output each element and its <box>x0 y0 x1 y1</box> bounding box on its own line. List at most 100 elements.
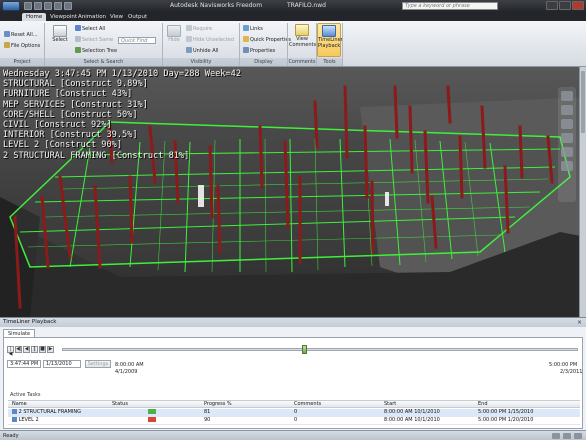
settings-button[interactable]: Settings <box>85 360 111 368</box>
select-all-icon <box>75 25 81 31</box>
play-icon[interactable]: ▶ <box>47 346 54 353</box>
group-select-search-label: Select & Search <box>45 58 162 66</box>
app-title: Autodesk Navisworks Freedom <box>170 2 263 9</box>
timeliner-icon <box>322 25 336 37</box>
column-header-name[interactable]: Name <box>12 401 27 408</box>
navigation-bar <box>558 87 576 202</box>
progress-cell: 90 <box>204 417 211 423</box>
group-tools-label: Tools <box>317 58 342 66</box>
view-comments-button[interactable]: View Comments <box>289 24 316 48</box>
table-row[interactable]: LEVEL 2 90 0 8:00:00 AM 10/1/2010 5:00:0… <box>8 417 580 425</box>
hide-unselected-icon <box>186 36 192 42</box>
performance-icon[interactable] <box>563 433 571 439</box>
help-search-input[interactable]: Type a keyword or phrase <box>402 2 498 10</box>
select-all-button[interactable]: Select All <box>75 25 105 32</box>
viewport-scrollbar[interactable] <box>579 67 586 317</box>
timeliner-overlay-text: Wednesday 3:47:45 PM 1/13/2010 Day=288 W… <box>3 69 241 161</box>
application-menu-button[interactable] <box>2 1 20 11</box>
file-options-icon <box>4 42 10 48</box>
start-time-label: 8:00:00 AM <box>115 362 144 368</box>
current-date-field[interactable]: 1/13/2010 <box>43 360 81 368</box>
minimize-button[interactable] <box>546 1 558 10</box>
quick-properties-button[interactable]: Quick Properties <box>243 36 291 43</box>
select-button[interactable]: Select <box>50 25 70 44</box>
properties-button[interactable]: Properties <box>243 47 275 54</box>
tab-animation[interactable]: Animation <box>74 13 110 21</box>
links-button[interactable]: Links <box>243 25 263 32</box>
print-icon[interactable] <box>44 2 52 10</box>
steering-wheel-icon[interactable] <box>561 91 573 101</box>
reset-icon <box>4 31 10 37</box>
save-icon[interactable] <box>34 2 42 10</box>
start-cell: 8:00:00 AM 10/1/2010 <box>384 417 440 423</box>
memory-icon[interactable] <box>574 433 582 439</box>
3d-viewport[interactable]: Wednesday 3:47:45 PM 1/13/2010 Day=288 W… <box>0 67 586 317</box>
selection-tree-button[interactable]: Selection Tree <box>75 47 117 54</box>
ribbon-tabs: Home Viewpoint Animation View Output <box>0 12 586 21</box>
scrollbar-thumb[interactable] <box>581 71 585 133</box>
current-time-field[interactable]: 3:47:44 PM <box>7 360 41 368</box>
overlay-task-line: CIVIL [Construct 92%] <box>3 120 112 131</box>
open-icon[interactable] <box>24 2 32 10</box>
close-button[interactable] <box>572 1 584 10</box>
column-header-end[interactable]: End <box>478 401 488 408</box>
walk-icon[interactable] <box>561 161 573 171</box>
column-header-start[interactable]: Start <box>384 401 396 408</box>
require-button[interactable]: Require <box>186 25 212 32</box>
window-controls <box>546 1 584 10</box>
maximize-button[interactable] <box>559 1 571 10</box>
end-cell: 5:00:00 PM 1/20/2010 <box>478 417 534 423</box>
start-date-label: 4/1/2009 <box>115 369 138 375</box>
pause-icon[interactable]: ‖ <box>31 346 38 353</box>
select-same-icon <box>75 36 81 42</box>
timeline-slider-thumb[interactable] <box>302 345 307 354</box>
tab-simulate[interactable]: Simulate <box>3 329 36 337</box>
progress-cell: 81 <box>204 409 211 415</box>
unhide-all-button[interactable]: Unhide All <box>186 47 218 54</box>
group-comments-label: Comments <box>288 58 316 66</box>
hide-unselected-button[interactable]: Hide Unselected <box>186 36 234 43</box>
tasks-grid-header: Name Status Progress % Comments Start En… <box>8 400 580 408</box>
step-back-icon[interactable]: ◀| <box>15 346 22 353</box>
status-bar: Ready <box>0 430 586 440</box>
tab-home[interactable]: Home <box>22 13 47 21</box>
tab-output[interactable]: Output <box>124 13 151 21</box>
reset-all-button[interactable]: Reset All... <box>4 31 38 38</box>
overlay-task-line: STRUCTURAL [Construct 9.89%] <box>3 79 148 90</box>
zoom-icon[interactable] <box>561 119 573 129</box>
table-row[interactable]: 2 STRUCTURAL FRAMING 81 0 8:00:00 AM 10/… <box>8 409 580 417</box>
status-cell <box>148 417 156 424</box>
timeline-slider[interactable] <box>62 345 578 354</box>
status-cell <box>148 409 156 416</box>
pan-icon[interactable] <box>561 105 573 115</box>
orbit-icon[interactable] <box>561 133 573 143</box>
sheet-icon[interactable] <box>552 433 560 439</box>
play-back-icon[interactable]: ◀ <box>23 346 30 353</box>
group-project-label: Project <box>0 58 44 66</box>
rewind-icon[interactable]: |◀ <box>7 346 14 357</box>
comments-cell: 0 <box>294 409 298 415</box>
quick-find-input[interactable]: Quick Find <box>118 37 156 44</box>
undo-icon[interactable] <box>54 2 62 10</box>
close-icon[interactable]: × <box>576 319 583 326</box>
column-header-comments[interactable]: Comments <box>294 401 321 408</box>
column-header-progress[interactable]: Progress % <box>204 401 232 408</box>
unhide-icon <box>186 47 192 53</box>
hide-button[interactable]: Hide <box>166 25 182 44</box>
overlay-task-line: LEVEL 2 [Construct 90%] <box>3 140 122 151</box>
comments-cell: 0 <box>294 417 298 423</box>
stop-icon[interactable]: ■ <box>39 346 46 353</box>
status-bar-icon <box>148 409 156 414</box>
file-options-button[interactable]: File Options <box>4 42 40 49</box>
select-same-button[interactable]: Select Same <box>75 36 113 43</box>
overlay-task-line: 2 STRUCTURAL FRAMING [Construct 81%] <box>3 150 190 161</box>
status-bar-icon <box>148 417 156 422</box>
overlay-task-line: FURNITURE [Construct 43%] <box>3 89 133 100</box>
overlay-date-line: Wednesday 3:47:45 PM 1/13/2010 Day=288 W… <box>3 69 241 79</box>
look-icon[interactable] <box>561 147 573 157</box>
column-header-status[interactable]: Status <box>112 401 128 408</box>
cursor-icon <box>53 25 67 37</box>
redo-icon[interactable] <box>64 2 72 10</box>
end-time-label: 5:00:00 PM <box>549 362 578 368</box>
timeliner-playback-button[interactable]: TimeLiner Playback <box>317 23 343 57</box>
